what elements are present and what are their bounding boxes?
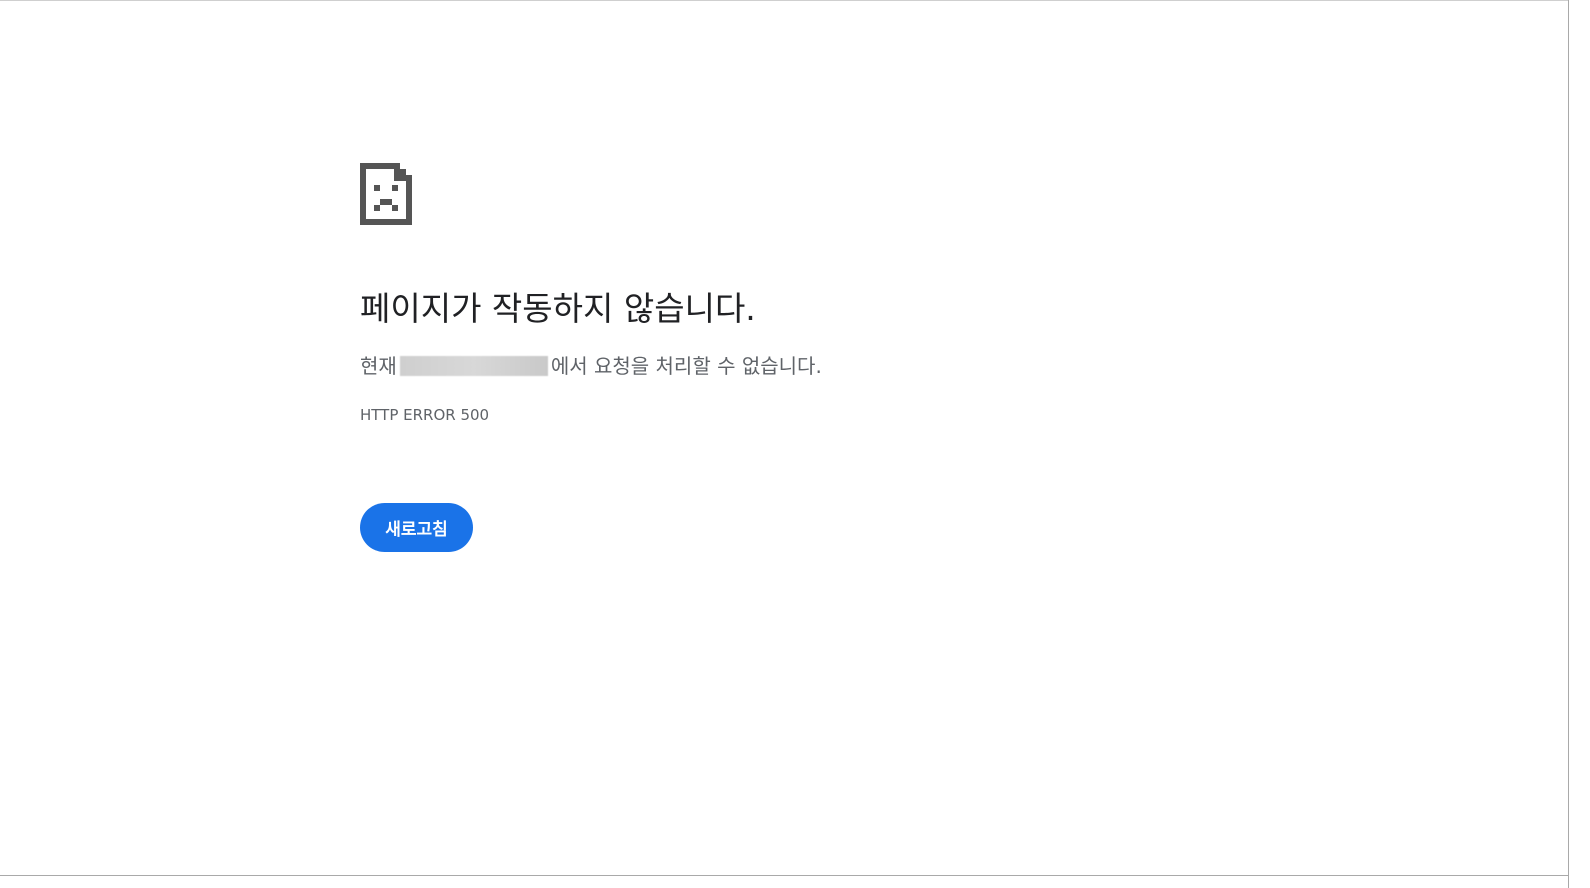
summary-prefix: 현재	[360, 354, 397, 378]
window-right-edge	[1568, 0, 1590, 888]
redacted-hostname	[399, 356, 548, 376]
error-summary: 현재 에서 요청을 처리할 수 없습니다.	[360, 353, 1260, 379]
sad-page-icon	[360, 163, 412, 225]
error-code: HTTP ERROR 500	[360, 406, 490, 424]
window-bottom-border	[0, 875, 1568, 876]
summary-suffix: 에서 요청을 처리할 수 없습니다.	[550, 354, 822, 378]
reload-button[interactable]: 새로고침	[360, 503, 473, 552]
error-page: 페이지가 작동하지 않습니다. 현재 에서 요청을 처리할 수 없습니다. HT…	[360, 163, 1260, 552]
main-heading: 페이지가 작동하지 않습니다.	[360, 289, 756, 328]
window-top-border	[0, 0, 1590, 1]
